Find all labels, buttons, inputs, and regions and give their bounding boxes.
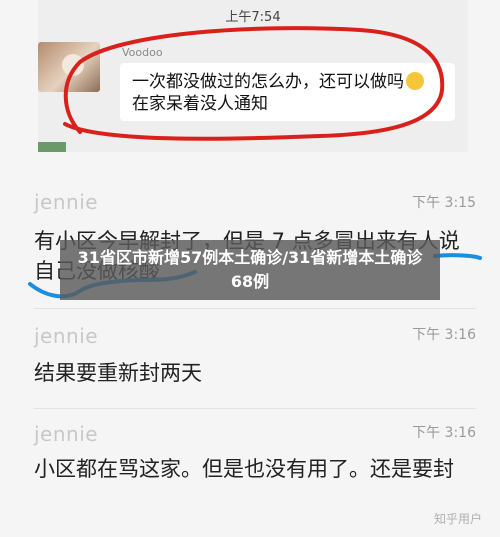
- avatar-face: [62, 54, 84, 76]
- chat-text: 结果要重新封两天: [34, 361, 202, 385]
- chat-text: 小区都在骂这家。但是也没有用了。还是要封: [34, 457, 454, 481]
- sender-name: Voodoo: [122, 46, 163, 59]
- message-bubble: 一次都没做过的怎么办，还可以做吗 在家呆着没人通知: [120, 63, 455, 121]
- quoted-wechat-screenshot: 上午7:54 Voodoo 一次都没做过的怎么办，还可以做吗 在家呆着没人通知: [38, 0, 468, 152]
- sender-avatar: [38, 42, 100, 92]
- chat-time: 下午 3:15: [412, 195, 476, 211]
- watermark: 知乎用户: [433, 512, 482, 526]
- chat-name: jennie: [34, 190, 99, 214]
- divider: [34, 308, 476, 309]
- chat-name: jennie: [34, 422, 99, 446]
- next-avatar: [38, 142, 66, 152]
- chat-time: 下午 3:16: [412, 327, 476, 343]
- chat-name: jennie: [34, 324, 99, 348]
- divider: [34, 408, 476, 409]
- message-time: 上午7:54: [225, 10, 281, 25]
- headline-caption: 31省区市新增57例本土确诊/31省新增本土确诊68例: [60, 240, 440, 300]
- message-line-1: 一次都没做过的怎么办，还可以做吗: [132, 72, 404, 92]
- crying-emoji-icon: [406, 72, 424, 90]
- message-line-2: 在家呆着没人通知: [132, 94, 268, 114]
- chat-time: 下午 3:16: [412, 425, 476, 441]
